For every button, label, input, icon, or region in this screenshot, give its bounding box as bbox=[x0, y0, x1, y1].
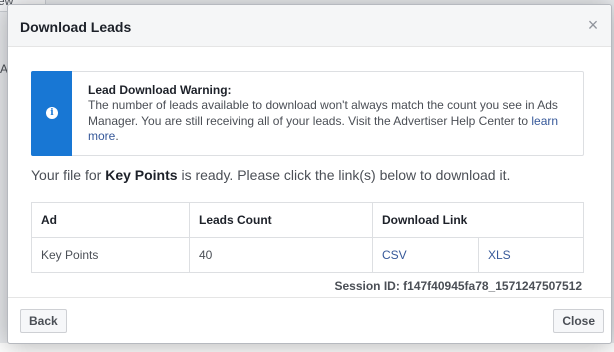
back-button[interactable]: Back bbox=[20, 309, 67, 333]
cell-xls: XLS bbox=[478, 237, 584, 273]
ready-ad-name: Key Points bbox=[105, 167, 178, 183]
column-header-ad: Ad bbox=[31, 202, 190, 238]
background-bottom-strip bbox=[0, 343, 614, 352]
warning-text: The number of leads available to downloa… bbox=[88, 98, 574, 145]
warning-text-end: . bbox=[115, 129, 119, 143]
warning-accent-bar: i bbox=[31, 71, 72, 156]
session-id: Session ID: f147f40945fa78_1571247507512 bbox=[334, 279, 582, 293]
info-icon: i bbox=[46, 107, 58, 119]
file-ready-message: Your file for Key Points is ready. Pleas… bbox=[31, 167, 510, 183]
warning-body: The number of leads available to downloa… bbox=[88, 98, 558, 128]
download-links-table: Ad Leads Count Download Link Key Points … bbox=[31, 202, 584, 273]
footer-divider bbox=[8, 297, 611, 298]
dialog-header: Download Leads × bbox=[8, 5, 611, 47]
warning-title: Lead Download Warning: bbox=[88, 83, 232, 97]
lead-download-warning: i Lead Download Warning: The number of l… bbox=[31, 71, 584, 156]
xls-download-link[interactable]: XLS bbox=[488, 248, 511, 262]
column-header-leads-count: Leads Count bbox=[189, 202, 373, 238]
cell-csv: CSV bbox=[372, 237, 479, 273]
csv-download-link[interactable]: CSV bbox=[382, 248, 407, 262]
download-leads-dialog: Download Leads × i Lead Download Warning… bbox=[7, 4, 612, 344]
close-button[interactable]: Close bbox=[553, 309, 604, 333]
cell-ad: Key Points bbox=[31, 237, 190, 273]
ready-suffix: is ready. Please click the link(s) below… bbox=[177, 167, 511, 183]
ready-prefix: Your file for bbox=[31, 167, 106, 183]
cell-leads-count: 40 bbox=[189, 237, 373, 273]
table-header-row: Ad Leads Count Download Link bbox=[31, 202, 584, 238]
column-header-download-link: Download Link bbox=[372, 202, 584, 238]
dialog-title: Download Leads bbox=[20, 19, 132, 35]
table-row: Key Points 40 CSV XLS bbox=[31, 237, 584, 273]
close-icon[interactable]: × bbox=[585, 16, 601, 34]
